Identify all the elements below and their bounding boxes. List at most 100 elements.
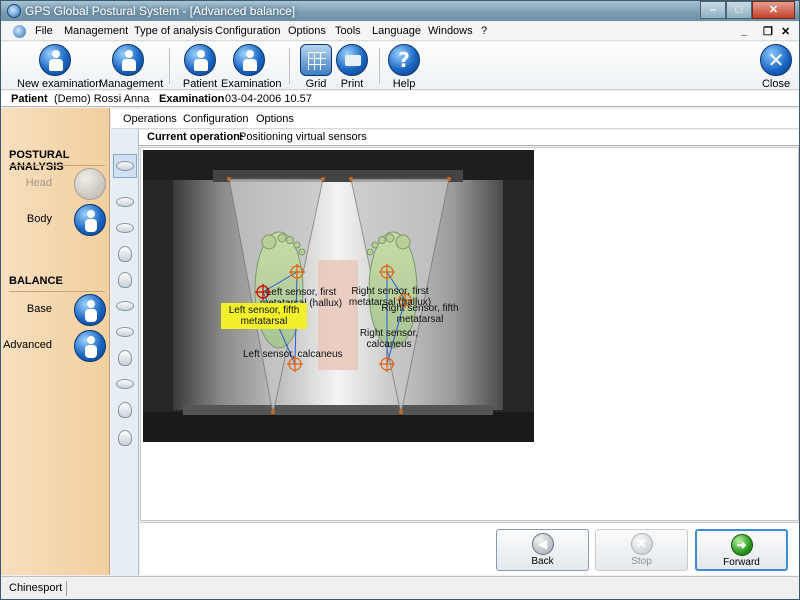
section-divider xyxy=(9,165,105,166)
mdi-minimize-button[interactable]: _ xyxy=(741,25,747,37)
document-logo-icon[interactable] xyxy=(13,25,26,38)
sensor-label-left-fifth[interactable]: Left sensor, fifth metatarsal xyxy=(221,303,307,329)
analysis-sidebar: POSTURAL ANALYSIS Head Body BALANCE Base… xyxy=(1,108,110,575)
menu-bar: File Management Type of analysis Configu… xyxy=(1,22,799,41)
sidebar-item-body[interactable]: Body xyxy=(1,204,109,236)
title-bar: GPS Global Postural System - [Advanced b… xyxy=(1,1,799,21)
patient-label: Patient xyxy=(11,93,48,105)
operations-menu-bar: Operations Configuration Options xyxy=(111,109,799,129)
forward-button[interactable]: ➜ Forward xyxy=(695,529,788,571)
menu-windows[interactable]: Windows xyxy=(428,25,473,37)
management-button[interactable]: Management xyxy=(99,44,164,90)
feet-top-icon[interactable] xyxy=(113,190,137,214)
menu-type-of-analysis[interactable]: Type of analysis xyxy=(134,25,213,37)
footprints-icon xyxy=(74,294,106,326)
examination-date: 03-04-2006 10.57 xyxy=(225,93,312,105)
sensor-label-right-calcaneus[interactable]: Right sensor, calcaneus xyxy=(353,328,425,350)
patient-label: Patient xyxy=(182,78,218,90)
printer-icon xyxy=(336,44,368,76)
close-icon: ✕ xyxy=(760,44,792,76)
head-front-icon[interactable] xyxy=(113,268,137,292)
new-examination-label: New examination xyxy=(17,78,102,90)
current-operation-label: Current operation: xyxy=(147,131,244,143)
toolbar: New examination Management Patient Exami… xyxy=(1,42,799,90)
stop-icon: ✕ xyxy=(630,533,653,555)
help-button[interactable]: ? Help xyxy=(387,44,421,90)
head-profile-icon[interactable] xyxy=(113,346,137,370)
jaw-icon[interactable] xyxy=(113,372,137,396)
minimize-button[interactable]: – xyxy=(700,1,726,19)
stop-button[interactable]: ✕ Stop xyxy=(595,529,688,571)
menu-options[interactable]: Options xyxy=(288,25,326,37)
patient-name: (Demo) Rossi Anna xyxy=(54,93,150,105)
sensor-label-right-fifth[interactable]: Right sensor, fifth metatarsal xyxy=(375,303,465,325)
mdi-restore-button[interactable]: ❐ xyxy=(763,25,773,38)
section-divider xyxy=(9,291,105,292)
base-label: Base xyxy=(26,303,52,315)
menu-help[interactable]: ? xyxy=(481,25,487,37)
menu-configuration[interactable]: Configuration xyxy=(215,25,280,37)
body-icon xyxy=(74,204,106,236)
sensor-label-left-calcaneus[interactable]: Left sensor, calcaneus xyxy=(243,349,343,360)
close-button[interactable]: ✕ Close xyxy=(759,44,793,90)
feet-bottom-icon[interactable] xyxy=(113,216,137,240)
new-examination-button[interactable]: New examination xyxy=(17,44,102,90)
advanced-label: Advanced xyxy=(3,339,52,351)
menu-file[interactable]: File xyxy=(35,25,53,37)
stop-label: Stop xyxy=(631,556,652,567)
person-icon xyxy=(233,44,265,76)
submenu-options[interactable]: Options xyxy=(256,113,294,125)
arrow-right-icon: ➜ xyxy=(730,534,753,556)
patient-button[interactable]: Patient xyxy=(181,44,219,90)
app-window: GPS Global Postural System - [Advanced b… xyxy=(0,0,800,600)
current-operation-value: Positioning virtual sensors xyxy=(239,131,367,143)
print-label: Print xyxy=(340,78,364,90)
examination-button[interactable]: Examination xyxy=(221,44,282,90)
head-icon xyxy=(74,168,106,200)
view-icon-strip xyxy=(111,108,139,575)
help-label: Help xyxy=(392,78,416,90)
body-label: Body xyxy=(26,213,52,225)
person-icon xyxy=(184,44,216,76)
submenu-operations[interactable]: Operations xyxy=(123,113,177,125)
sidebar-item-head[interactable]: Head xyxy=(1,168,109,200)
maximize-button[interactable]: □ xyxy=(726,1,752,19)
head-back-icon[interactable] xyxy=(113,426,137,450)
current-operation-bar: Current operation: Positioning virtual s… xyxy=(139,130,799,146)
examination-label: Examination xyxy=(159,93,225,105)
back-button[interactable]: ◀ Back xyxy=(496,529,589,571)
menu-language[interactable]: Language xyxy=(372,25,421,37)
back-label: Back xyxy=(531,556,554,567)
sidebar-item-advanced[interactable]: Advanced xyxy=(1,330,109,362)
grid-button[interactable]: Grid xyxy=(299,44,333,90)
app-logo-icon xyxy=(7,4,21,18)
window-title: GPS Global Postural System - [Advanced b… xyxy=(25,4,296,18)
sidebar-item-base[interactable]: Base xyxy=(1,294,109,326)
lips-icon[interactable] xyxy=(113,320,137,344)
arrow-left-icon: ◀ xyxy=(531,533,554,555)
mouth-icon[interactable] xyxy=(113,294,137,318)
skull-icon[interactable] xyxy=(113,398,137,422)
patient-bar: Patient (Demo) Rossi Anna Examination 03… xyxy=(1,91,799,107)
print-button[interactable]: Print xyxy=(335,44,369,90)
toolbar-separator xyxy=(169,48,170,84)
menu-tools[interactable]: Tools xyxy=(335,25,361,37)
examination-label: Examination xyxy=(221,78,282,90)
toolbar-separator xyxy=(289,48,290,84)
menu-management[interactable]: Management xyxy=(64,25,128,37)
question-icon: ? xyxy=(388,44,420,76)
grid-label: Grid xyxy=(305,78,327,90)
close-label: Close xyxy=(761,78,791,90)
close-window-button[interactable]: ✕ xyxy=(752,1,795,19)
feet-view-icon[interactable] xyxy=(113,154,137,178)
mdi-close-button[interactable]: ✕ xyxy=(781,25,790,38)
status-company: Chinesport xyxy=(5,581,68,596)
status-bar: Chinesport xyxy=(1,576,799,599)
toolbar-separator xyxy=(379,48,380,84)
management-label: Management xyxy=(99,78,164,90)
head-side-icon[interactable] xyxy=(113,242,137,266)
submenu-configuration[interactable]: Configuration xyxy=(183,113,248,125)
grid-icon xyxy=(300,44,332,76)
person-icon xyxy=(112,44,144,76)
person-icon xyxy=(39,44,71,76)
